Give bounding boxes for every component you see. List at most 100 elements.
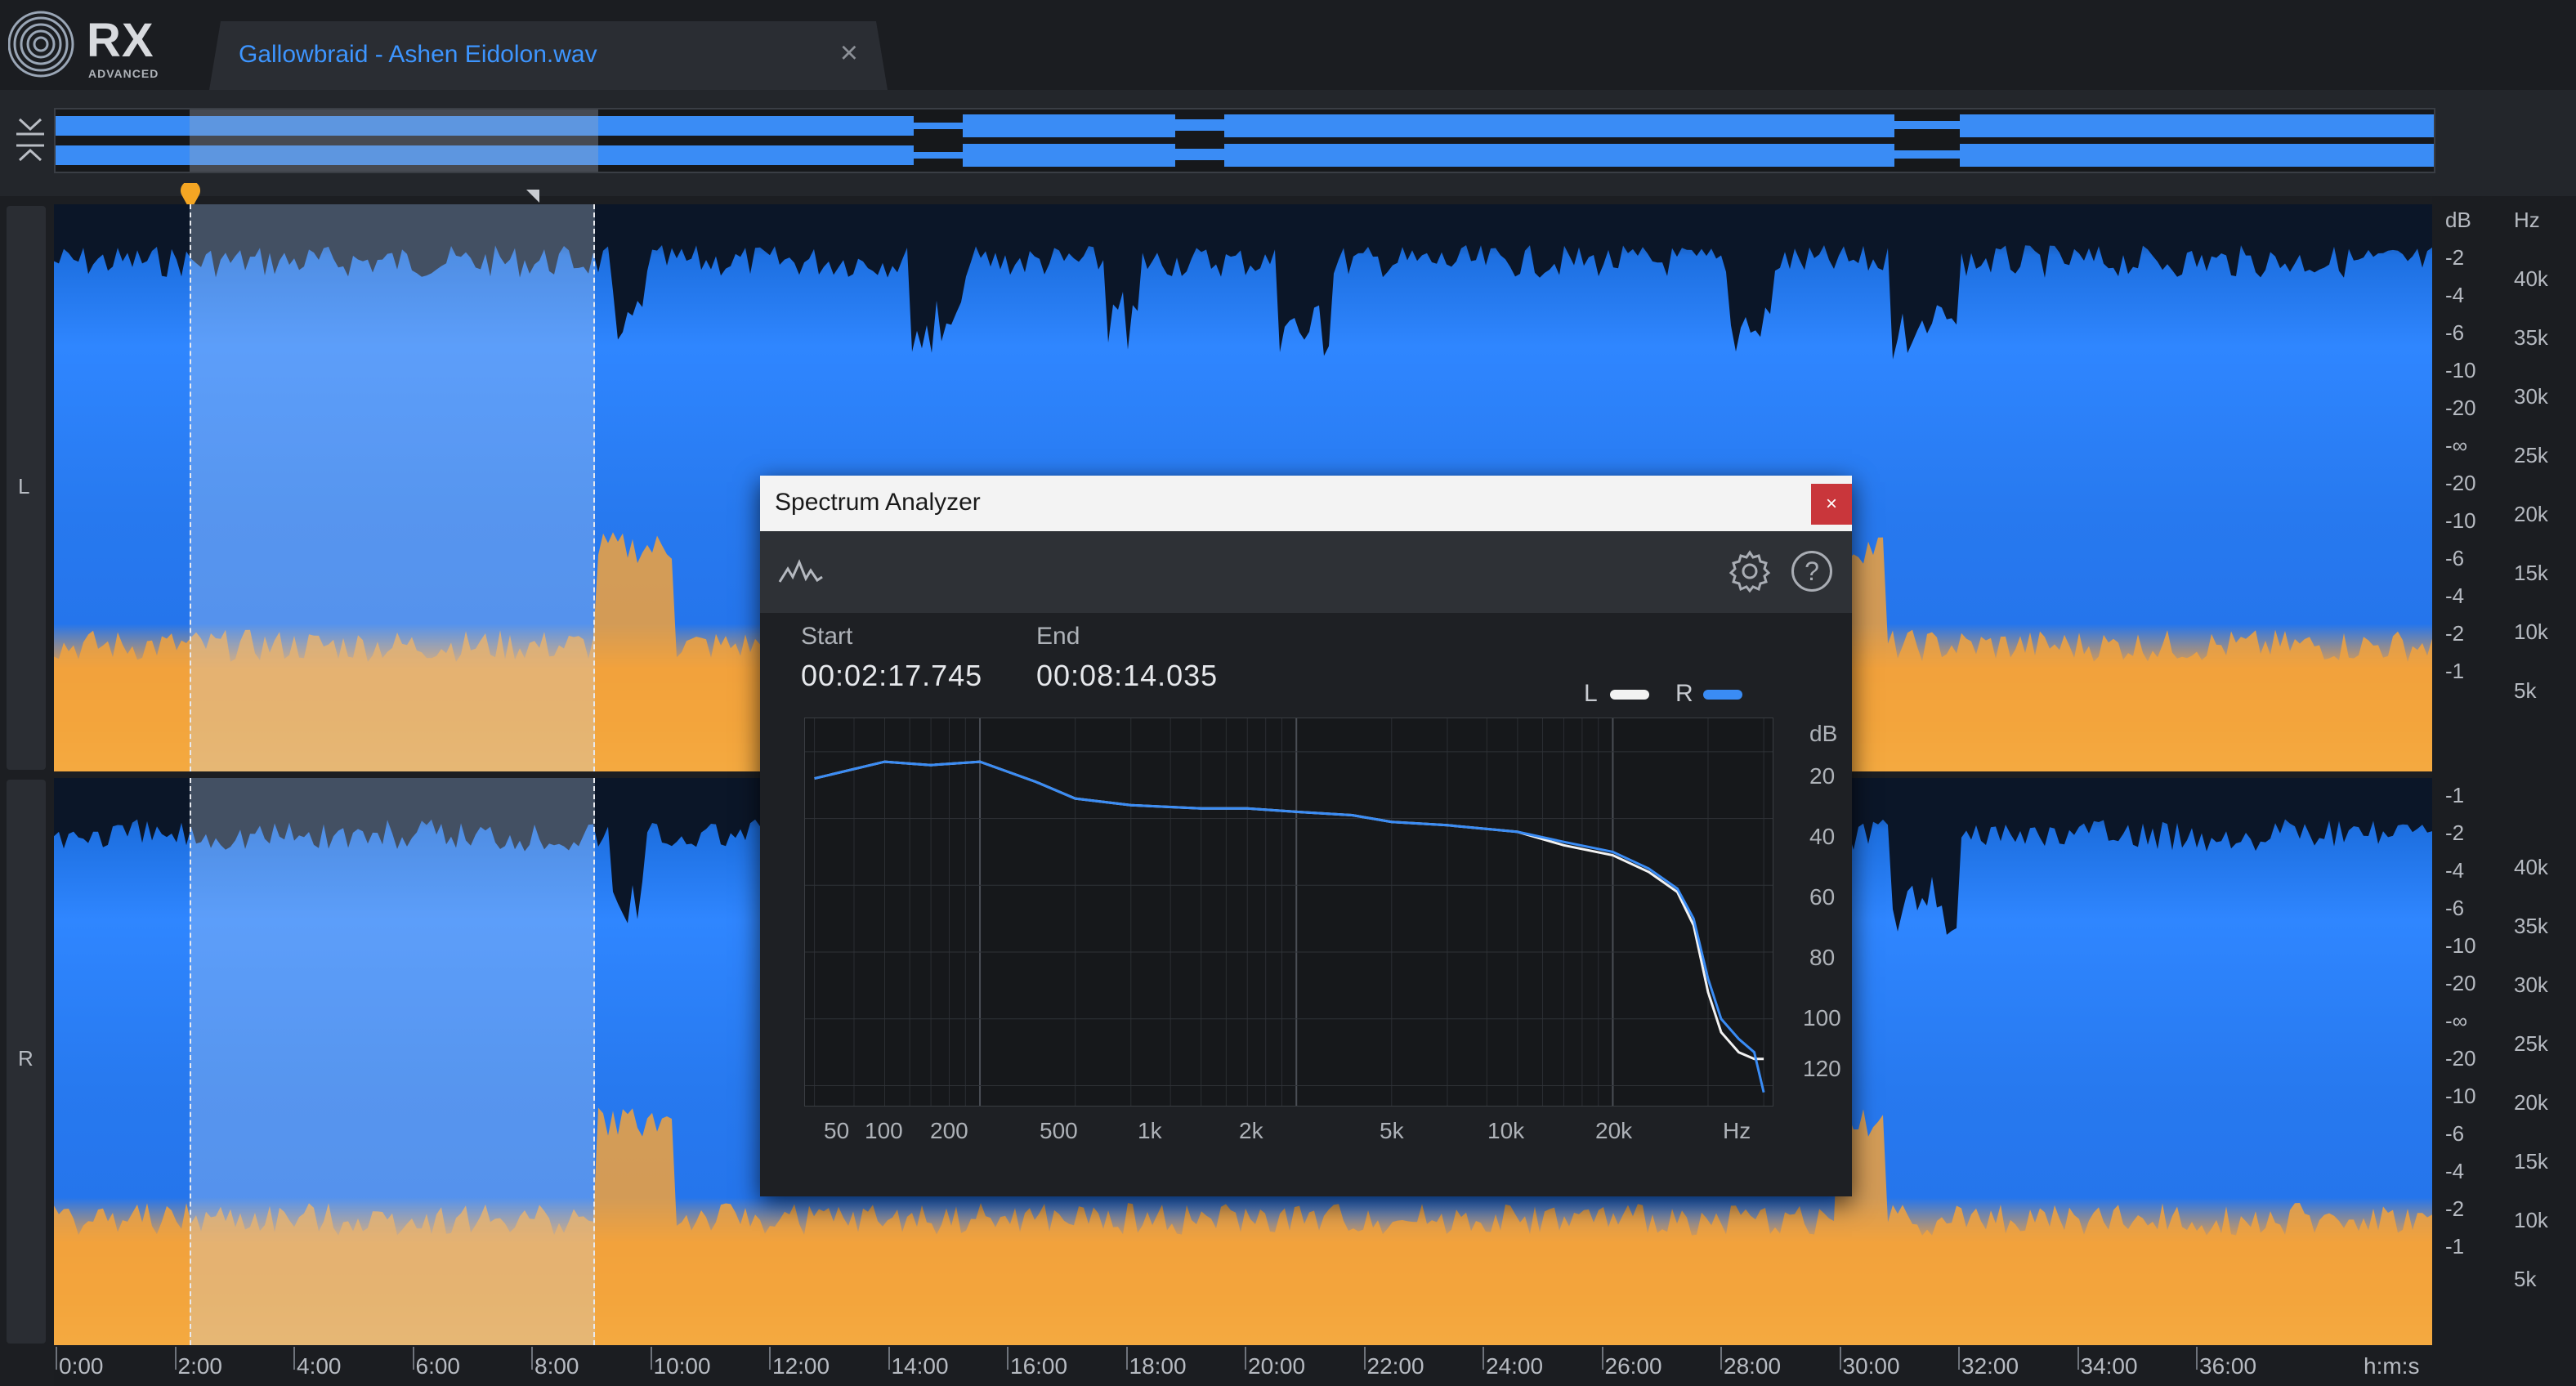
hz-tick-label: 20k — [1595, 1118, 1633, 1143]
time-selection-left[interactable] — [190, 204, 595, 771]
time-label: 20:00 — [1248, 1353, 1306, 1379]
db-scale-label: -20 — [2445, 396, 2476, 420]
time-ruler[interactable]: 0:00 2:00 4:00 6:00 8:00 10:00 12:00 14:00 16:00… — [54, 1347, 2576, 1386]
spectrum-wave-icon — [778, 559, 823, 583]
hz-scale-label: 30k — [2514, 384, 2548, 409]
spectrum-series-L — [814, 760, 1764, 1061]
collapse-overview-button[interactable] — [11, 114, 49, 165]
db-scale-label: -∞ — [2445, 1008, 2468, 1033]
end-time-value[interactable]: 00:08:14.035 — [1036, 659, 1218, 693]
time-label: 12:00 — [772, 1353, 830, 1379]
db-tick-label: 100 — [1803, 1005, 1841, 1031]
db-tick-label: 40 — [1809, 824, 1836, 849]
tab-close-button[interactable]: × — [840, 36, 858, 71]
db-scale-label: -6 — [2445, 896, 2465, 920]
db-scale-label: -4 — [2445, 1159, 2465, 1183]
legend-label-left: L — [1584, 680, 1598, 707]
amplitude-frequency-scales[interactable]: dB -2 -4 -6 -10 -20 -∞ -20 -10 -6 -4 -2 -1 Hz 40k 35k 30… — [2432, 196, 2576, 1348]
hz-scale-label: 20k — [2514, 1090, 2548, 1115]
time-label: 36:00 — [2199, 1353, 2257, 1379]
dialog-toolbar: ? — [760, 531, 1852, 613]
start-time-value[interactable]: 00:02:17.745 — [801, 659, 982, 693]
title-bar: RX ADVANCED Gallowbraid - Ashen Eidolon.… — [0, 0, 2576, 90]
time-label: 26:00 — [1604, 1353, 1662, 1379]
channel-label-left: L — [18, 474, 30, 499]
hz-scale-label: 40k — [2514, 855, 2548, 879]
hz-scale-label: 15k — [2514, 1149, 2548, 1174]
file-tab[interactable]: Gallowbraid - Ashen Eidolon.wav × — [209, 21, 888, 90]
hz-scale-label: 20k — [2514, 502, 2548, 526]
hz-tick-label: 2k — [1239, 1118, 1263, 1143]
spectrum-analyzer-window: Spectrum Analyzer × ? Start 00:02:17.745… — [760, 476, 1852, 1196]
time-tick — [888, 1347, 890, 1370]
time-tick — [174, 1347, 177, 1370]
time-tick — [1839, 1347, 1841, 1370]
spectrum-view-button[interactable] — [778, 554, 824, 590]
hz-tick-label: 200 — [930, 1118, 968, 1143]
hz-scale-label: 5k — [2514, 1267, 2537, 1291]
hz-scale-label: 40k — [2514, 266, 2548, 291]
time-label: 4:00 — [297, 1353, 342, 1379]
db-scale-label: -2 — [2445, 621, 2465, 646]
channel-label-right: R — [18, 1046, 34, 1071]
tab-title[interactable]: Gallowbraid - Ashen Eidolon.wav — [239, 41, 597, 69]
time-tick — [531, 1347, 533, 1370]
hz-tick-label: 1k — [1138, 1118, 1162, 1143]
hz-tick-label: 10k — [1487, 1118, 1525, 1143]
time-tick — [1601, 1347, 1603, 1370]
hz-tick-label: 5k — [1380, 1118, 1404, 1143]
db-scale-label: -6 — [2445, 320, 2465, 345]
db-scale-label: dB — [2445, 208, 2471, 232]
hz-scale-label: 5k — [2514, 678, 2537, 703]
time-label: 24:00 — [1486, 1353, 1544, 1379]
dialog-title: Spectrum Analyzer — [775, 489, 981, 516]
waveform-overview[interactable] — [54, 108, 2435, 173]
hz-scale-label: 15k — [2514, 561, 2548, 585]
dialog-title-bar[interactable]: Spectrum Analyzer × — [760, 476, 1852, 531]
help-button[interactable]: ? — [1791, 551, 1832, 592]
time-label: 22:00 — [1366, 1353, 1424, 1379]
db-scale-label: -6 — [2445, 546, 2465, 570]
dialog-close-button[interactable]: × — [1811, 484, 1852, 525]
time-tick — [1125, 1347, 1128, 1370]
time-label: 8:00 — [534, 1353, 579, 1379]
db-scale-label: -6 — [2445, 1121, 2465, 1146]
db-unit-label: dB — [1809, 721, 1838, 746]
time-unit-label: h:m:s — [2364, 1353, 2420, 1379]
time-tick — [1007, 1347, 1008, 1370]
time-tick — [1483, 1347, 1484, 1370]
spectrum-plot-svg — [805, 718, 1773, 1106]
hz-tick-label: 50 — [824, 1118, 850, 1143]
rx-logo: RX ADVANCED — [7, 8, 172, 82]
rx-logo-rings-icon — [7, 11, 74, 78]
settings-button[interactable] — [1728, 549, 1772, 593]
time-tick — [1245, 1347, 1246, 1370]
time-label: 16:00 — [1010, 1353, 1068, 1379]
db-tick-label: 20 — [1809, 763, 1836, 789]
hz-scale-label: 25k — [2514, 1031, 2548, 1056]
spectrum-series-R — [814, 760, 1765, 1093]
time-label: 30:00 — [1842, 1353, 1900, 1379]
time-selection-right[interactable] — [190, 778, 595, 1345]
db-scale-label: -10 — [2445, 1084, 2476, 1108]
db-scale-label: -1 — [2445, 659, 2465, 683]
db-scale-label: -20 — [2445, 471, 2476, 495]
hz-scale-label: 35k — [2514, 914, 2548, 938]
db-tick-label: 120 — [1803, 1056, 1841, 1081]
db-scale-label: -10 — [2445, 508, 2476, 533]
edition-label: ADVANCED — [88, 67, 159, 80]
time-label: 0:00 — [59, 1353, 104, 1379]
spectrum-plot[interactable] — [804, 718, 1773, 1107]
logo-text: RX — [87, 14, 154, 67]
db-scale-label: -10 — [2445, 358, 2476, 382]
time-tick — [412, 1347, 414, 1370]
time-tick — [56, 1347, 57, 1370]
legend-swatch-left — [1610, 690, 1649, 700]
time-tick — [650, 1347, 652, 1370]
time-tick — [2196, 1347, 2198, 1370]
time-label: 18:00 — [1129, 1353, 1187, 1379]
overview-selection[interactable] — [190, 110, 598, 172]
db-scale-label: -20 — [2445, 971, 2476, 995]
hz-scale-label: 35k — [2514, 325, 2548, 350]
db-scale-label: -4 — [2445, 283, 2465, 307]
